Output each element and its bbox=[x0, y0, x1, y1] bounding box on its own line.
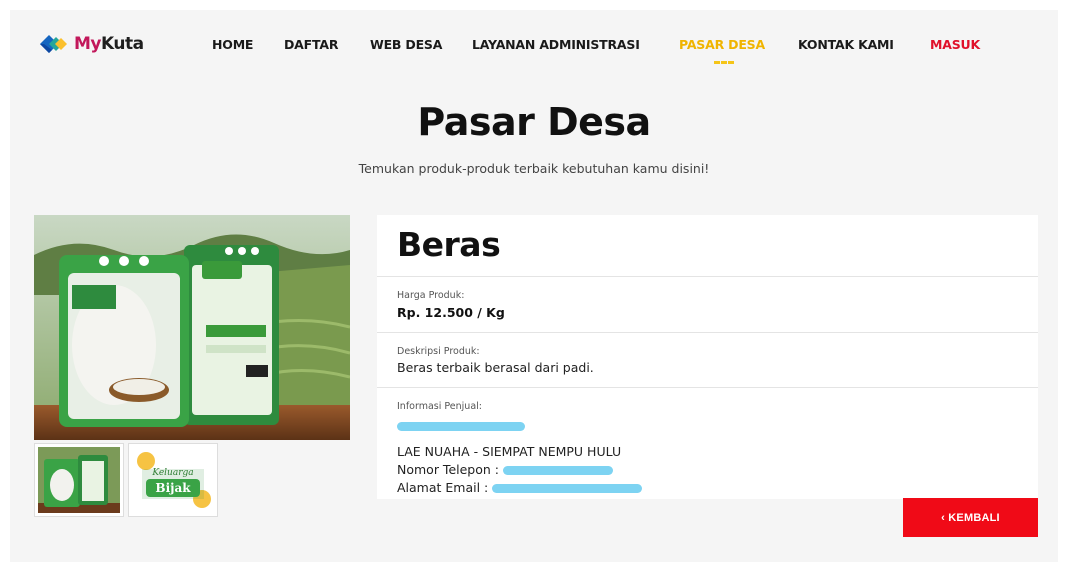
nav-kontak-kami[interactable]: KONTAK KAMI bbox=[798, 37, 894, 52]
nav-web-desa[interactable]: WEB DESA bbox=[370, 37, 442, 52]
email-label: Alamat Email : bbox=[397, 480, 489, 495]
seller-location: LAE NUAHA - SIEMPAT NEMPU HULU bbox=[397, 444, 622, 459]
seller-email: Alamat Email : bbox=[397, 479, 1018, 497]
thumbnail-1[interactable] bbox=[34, 443, 124, 517]
price-section: Harga Produk: Rp. 12.500 / Kg bbox=[377, 277, 1038, 333]
page-subtitle: Temukan produk-produk terbaik kebutuhan … bbox=[358, 161, 710, 176]
rice-package-image bbox=[34, 215, 350, 440]
description-label: Deskripsi Produk: bbox=[397, 346, 480, 357]
nav-home[interactable]: HOME bbox=[212, 37, 253, 52]
redacted-phone bbox=[502, 466, 613, 475]
page-title: Pasar Desa bbox=[417, 100, 651, 144]
seller-section: Informasi Penjual: LAE NUAHA - SIEMPAT N… bbox=[377, 388, 1038, 497]
nav-masuk[interactable]: MASUK bbox=[930, 37, 980, 52]
nav-daftar[interactable]: DAFTAR bbox=[284, 37, 338, 52]
thumbnail-image-icon bbox=[38, 447, 120, 513]
phone-label: Nomor Telepon : bbox=[397, 462, 499, 477]
active-nav-indicator bbox=[714, 61, 734, 64]
brand-logo-icon: Keluarga Bijak bbox=[132, 447, 214, 513]
description-section: Deskripsi Produk: Beras terbaik berasal … bbox=[377, 333, 1038, 388]
logo[interactable]: MyKuta bbox=[38, 32, 144, 56]
svg-text:Keluarga: Keluarga bbox=[151, 468, 193, 478]
seller-label: Informasi Penjual: bbox=[397, 401, 482, 412]
logo-mark-icon bbox=[40, 35, 67, 53]
logo-text: MyKuta bbox=[74, 34, 144, 54]
price-label: Harga Produk: bbox=[397, 290, 465, 301]
product-name: Beras bbox=[377, 215, 1038, 277]
price-value: Rp. 12.500 / Kg bbox=[397, 305, 505, 320]
page: MyKuta HOME DAFTAR WEB DESA LAYANAN ADMI… bbox=[10, 10, 1058, 562]
thumbnail-2[interactable]: Keluarga Bijak bbox=[128, 443, 218, 517]
redacted-email bbox=[492, 484, 643, 493]
redacted-seller-name bbox=[397, 422, 525, 431]
nav-pasar-desa[interactable]: PASAR DESA bbox=[679, 37, 765, 52]
nav-layanan-administrasi[interactable]: LAYANAN ADMINISTRASI bbox=[472, 37, 640, 52]
back-button[interactable]: ‹ KEMBALI bbox=[903, 498, 1038, 537]
description-value: Beras terbaik berasal dari padi. bbox=[397, 360, 594, 375]
product-detail-card: Beras Harga Produk: Rp. 12.500 / Kg Desk… bbox=[377, 215, 1038, 499]
seller-phone: Nomor Telepon : bbox=[397, 461, 1018, 479]
svg-text:Bijak: Bijak bbox=[155, 481, 191, 495]
product-thumbnails: Keluarga Bijak bbox=[34, 443, 218, 517]
product-main-image[interactable] bbox=[34, 215, 350, 440]
